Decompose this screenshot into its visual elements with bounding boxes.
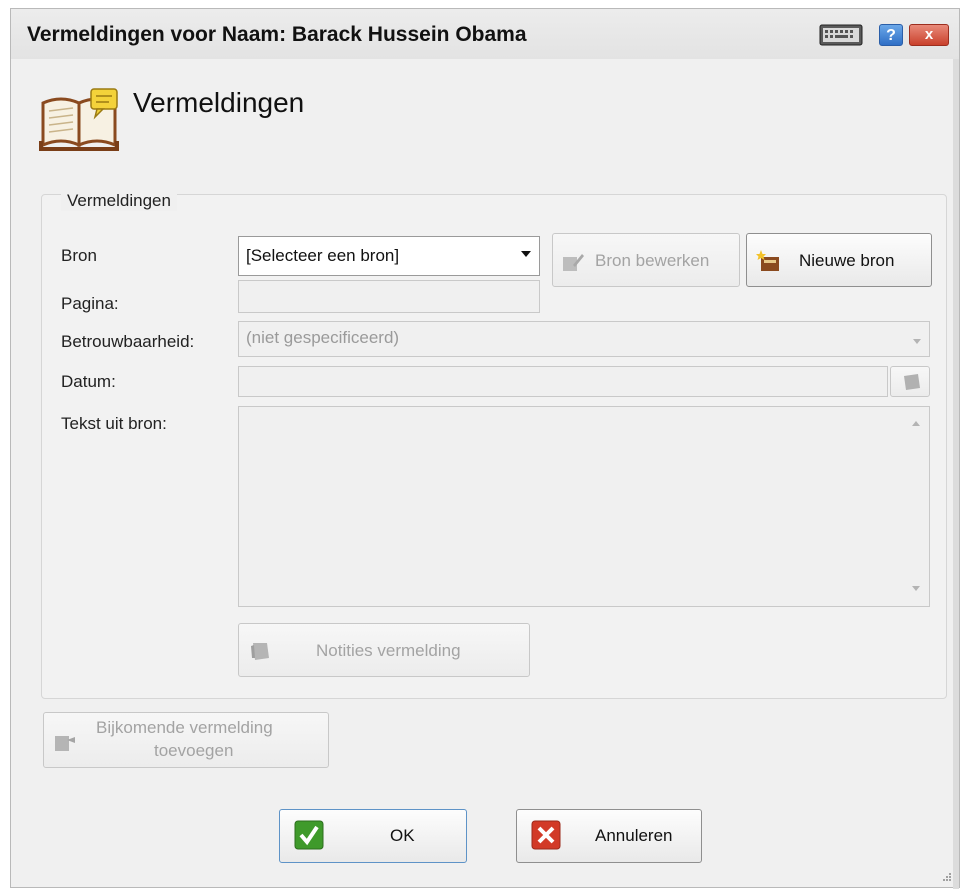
ok-label: OK <box>390 826 415 845</box>
betrouwbaarheid-value: (niet gespecificeerd) <box>246 328 400 347</box>
datum-field[interactable] <box>238 366 888 397</box>
resize-grip-icon[interactable] <box>941 871 951 881</box>
bijkomende-line2: toevoegen <box>154 741 234 760</box>
bijkomende-line1: Bijkomende vermelding <box>96 718 273 737</box>
check-icon <box>294 820 324 850</box>
window-edge <box>953 9 959 889</box>
date-picker-button[interactable] <box>890 366 930 397</box>
edit-source-icon <box>563 254 584 271</box>
annuleren-button[interactable]: Annuleren <box>516 809 702 863</box>
pagina-label: Pagina: <box>61 294 119 313</box>
tekst-label: Tekst uit bron: <box>61 414 167 433</box>
scroll-up-icon[interactable] <box>912 421 920 426</box>
bron-bewerken-button[interactable]: Bron bewerken <box>552 233 740 287</box>
betrouwbaarheid-label: Betrouwbaarheid: <box>61 332 195 351</box>
pagina-field[interactable] <box>238 280 540 313</box>
bron-label: Bron <box>61 246 97 265</box>
notes-icon <box>251 643 269 660</box>
datum-label: Datum: <box>61 372 116 391</box>
title-bar: Vermeldingen voor Naam: Barack Hussein O… <box>11 9 959 59</box>
close-button[interactable]: x <box>909 24 949 46</box>
chevron-down-icon <box>913 339 921 344</box>
window-title: Vermeldingen voor Naam: Barack Hussein O… <box>27 23 527 46</box>
page-title: Vermeldingen <box>133 87 305 118</box>
bijkomende-vermelding-button[interactable]: Bijkomende vermelding toevoegen <box>43 712 329 768</box>
book-note-icon <box>39 88 119 151</box>
betrouwbaarheid-select[interactable]: (niet gespecificeerd) <box>238 321 930 357</box>
ok-button[interactable]: OK <box>279 809 467 863</box>
chevron-down-icon <box>521 251 531 257</box>
notities-label: Notities vermelding <box>316 641 461 660</box>
group-legend: Vermeldingen <box>61 191 177 211</box>
add-citation-icon <box>55 736 75 751</box>
nieuwe-bron-label: Nieuwe bron <box>799 251 895 270</box>
help-button[interactable]: ? <box>879 24 903 46</box>
cancel-icon <box>531 820 561 850</box>
bron-select[interactable]: [Selecteer een bron] <box>238 236 540 276</box>
bron-bewerken-label: Bron bewerken <box>595 251 710 270</box>
scroll-down-icon[interactable] <box>912 586 920 591</box>
bron-select-value: [Selecteer een bron] <box>246 246 400 265</box>
textarea-scrollbar[interactable] <box>898 407 928 605</box>
tekst-uit-bron-textarea[interactable] <box>238 406 930 607</box>
citations-dialog: Vermeldingen voor Naam: Barack Hussein O… <box>10 8 960 889</box>
notities-vermelding-button[interactable]: Notities vermelding <box>238 623 530 677</box>
nieuwe-bron-button[interactable]: Nieuwe bron <box>746 233 932 287</box>
new-source-icon <box>756 250 779 271</box>
calendar-icon <box>904 374 920 390</box>
annuleren-label: Annuleren <box>595 826 673 845</box>
keyboard-icon[interactable] <box>819 24 863 46</box>
